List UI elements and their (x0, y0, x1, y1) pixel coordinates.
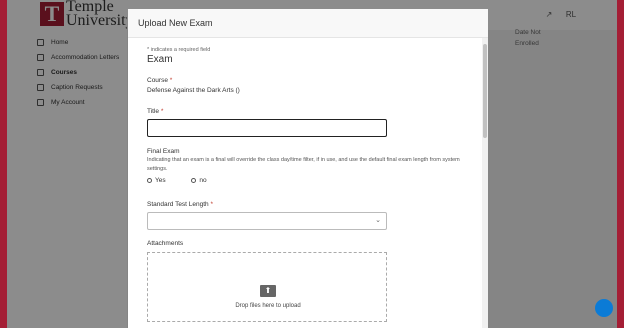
required-star: * (169, 77, 173, 84)
title-label-text: Title (147, 108, 160, 115)
attachments-label: Attachments (147, 240, 184, 247)
help-chat-button[interactable] (595, 299, 613, 317)
required-field-note: * indicates a required field (147, 47, 211, 53)
final-exam-help-text: Indicating that an exam is a final will … (147, 157, 460, 172)
test-length-label-text: Standard Test Length (147, 201, 209, 208)
upload-arrow-icon: ⬆ (264, 286, 272, 295)
final-exam-no-radio[interactable]: no (191, 177, 207, 184)
section-title: Exam (147, 54, 173, 65)
final-exam-label: Final Exam (147, 148, 180, 155)
final-exam-radio-group: Yes no (147, 177, 477, 184)
radio-icon (191, 177, 197, 183)
radio-icon (147, 177, 152, 183)
standard-test-length-label: Standard Test Length * (147, 201, 477, 208)
upload-folder-icon: ⬆ (260, 285, 276, 297)
required-star: * (160, 108, 164, 115)
scrollbar-thumb[interactable] (483, 44, 487, 138)
required-star: * (210, 201, 214, 208)
final-exam-yes-label: Yes (155, 177, 166, 184)
dropzone-text: Drop files here to upload (235, 303, 301, 309)
course-value: Defense Against the Dark Arts () (147, 87, 240, 94)
title-input[interactable] (147, 119, 387, 137)
final-exam-yes-radio[interactable]: Yes (147, 177, 166, 184)
chevron-down-icon: ⌄ (375, 217, 381, 224)
course-label-text: Course (147, 77, 168, 84)
upload-exam-modal: Upload New Exam * indicates a required f… (128, 9, 488, 328)
modal-body: * indicates a required field Exam Course… (147, 47, 477, 322)
modal-header: Upload New Exam (128, 9, 488, 38)
modal-title: Upload New Exam (138, 18, 213, 28)
course-label: Course * (147, 77, 477, 84)
title-label: Title * (147, 108, 477, 115)
modal-scrollbar[interactable] (482, 38, 488, 328)
file-dropzone[interactable]: ⬆ Drop files here to upload (147, 252, 387, 322)
final-exam-no-label: no (199, 177, 207, 184)
standard-test-length-select[interactable]: ⌄ (147, 212, 387, 230)
app-window: T Temple University Home Accommodation L… (7, 0, 617, 328)
